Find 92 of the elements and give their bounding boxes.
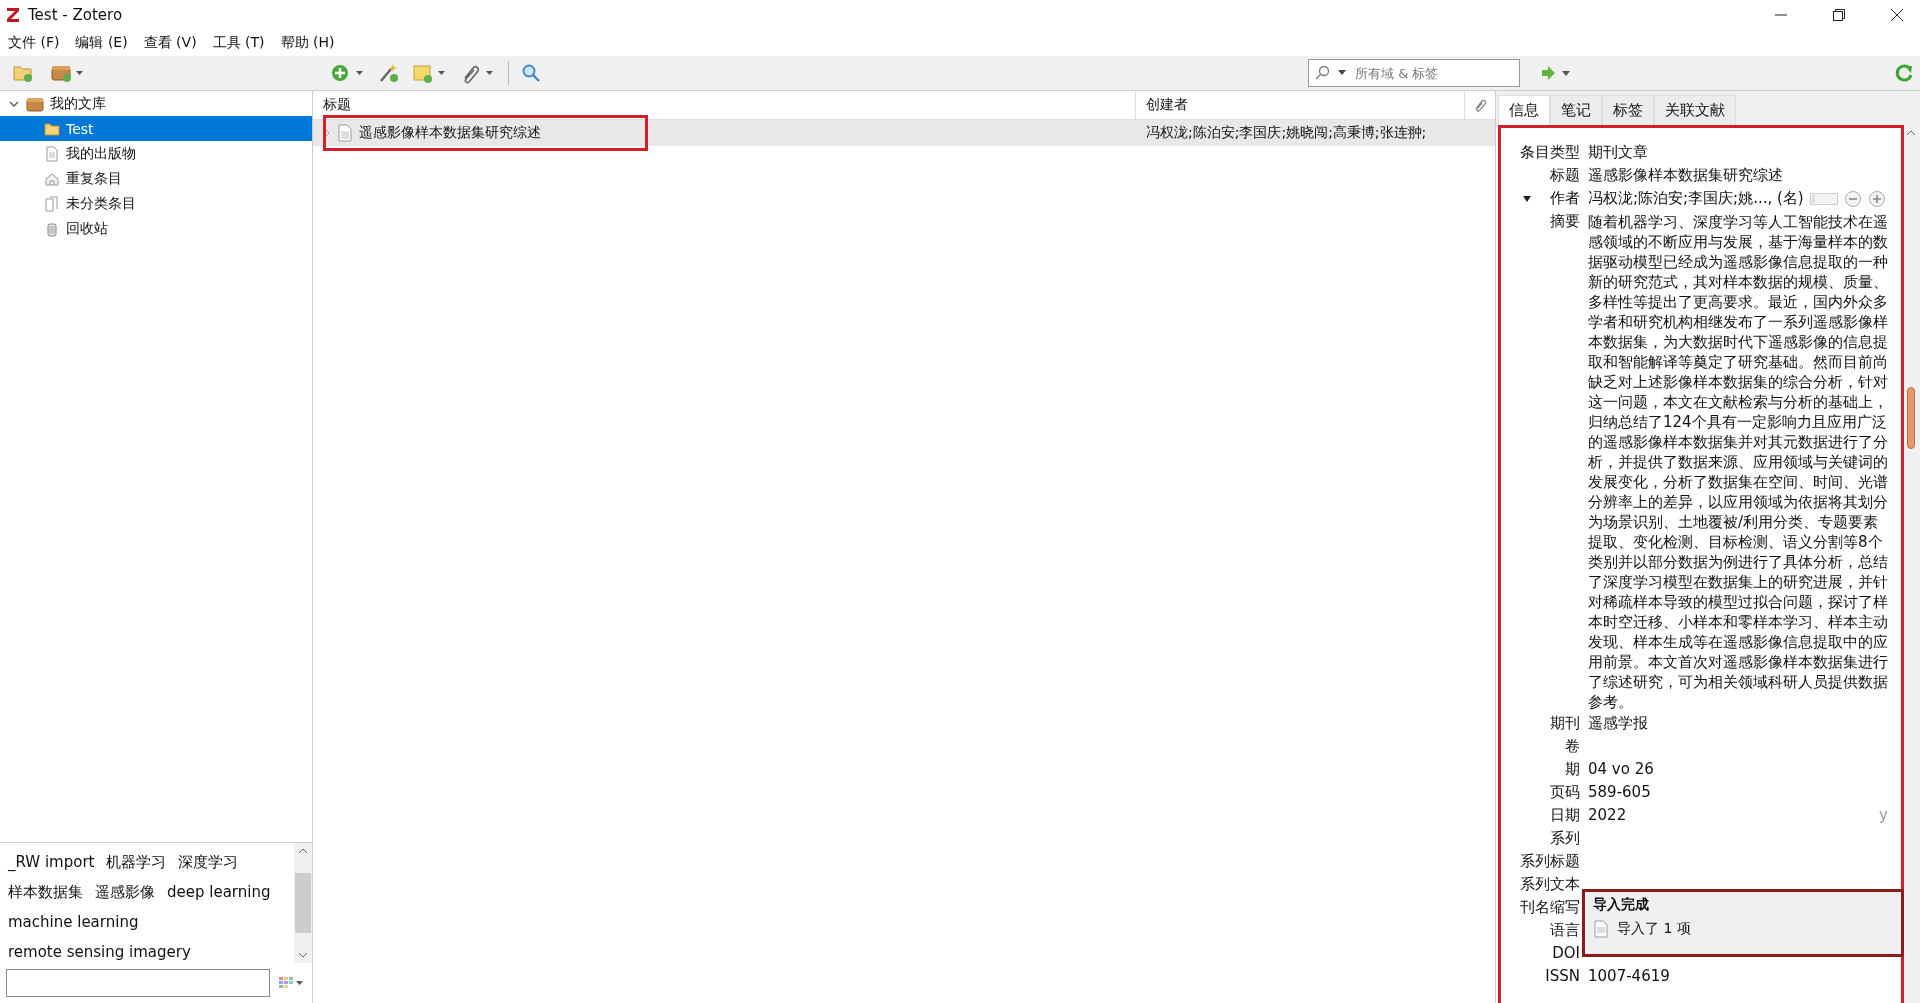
triangle-icon[interactable] xyxy=(1522,195,1532,203)
notification-message: 导入了 1 项 xyxy=(1617,920,1691,938)
field-label: 系列标题 xyxy=(1520,851,1580,872)
menu-item[interactable]: 编辑 (E) xyxy=(75,34,128,52)
tag-item[interactable]: _RW import xyxy=(4,847,99,877)
field-label: 刊名缩写 xyxy=(1520,897,1580,918)
field-value[interactable]: 589-605 xyxy=(1588,781,1651,804)
collection-item[interactable]: 未分类条目 xyxy=(0,191,312,216)
tag-item[interactable]: 样本数据集 xyxy=(4,877,87,907)
folder-icon xyxy=(44,121,60,136)
scrollbar[interactable] xyxy=(294,843,312,963)
field-value[interactable]: 遥感影像样本数据集研究综述 xyxy=(1588,164,1783,187)
scroll-up-icon[interactable] xyxy=(1906,129,1916,137)
tag-item[interactable]: machine learning xyxy=(4,907,143,937)
tab[interactable]: 标签 xyxy=(1602,95,1654,125)
field-label: 系列 xyxy=(1550,828,1580,849)
field-label: 期 xyxy=(1565,759,1580,780)
field-label: DOI xyxy=(1552,943,1580,964)
tag-filter-field[interactable] xyxy=(6,969,270,997)
field-label: 条目类型 xyxy=(1520,142,1580,163)
field-label: 期刊 xyxy=(1550,713,1580,734)
sync-icon[interactable] xyxy=(1894,63,1914,83)
field-value[interactable]: 04 vo 26 xyxy=(1588,758,1654,781)
trash-icon xyxy=(44,220,60,237)
field-label: 作者 xyxy=(1550,188,1580,209)
document-icon xyxy=(1593,920,1609,938)
tab[interactable]: 笔记 xyxy=(1550,95,1602,125)
search-icon[interactable] xyxy=(521,63,541,83)
field-label: 页码 xyxy=(1550,782,1580,803)
notification-title: 导入完成 xyxy=(1593,896,1650,914)
tag-color-dropdown-icon[interactable] xyxy=(278,976,304,990)
menu-item[interactable]: 文件 (F) xyxy=(8,34,60,52)
field-label: 标题 xyxy=(1550,165,1580,186)
tag-item[interactable]: 机器学习 xyxy=(102,847,171,877)
add-item-dropdown-icon[interactable] xyxy=(330,62,366,84)
caret-icon xyxy=(1337,69,1347,77)
tab[interactable]: 信息 xyxy=(1498,95,1550,125)
restore-icon[interactable] xyxy=(1832,8,1846,22)
new-note-dropdown-icon[interactable] xyxy=(412,62,448,84)
tag-item[interactable]: remote sensing imagery xyxy=(4,937,195,967)
document-icon xyxy=(337,124,353,142)
date-format-hint: y xyxy=(1879,805,1889,826)
field-label: 日期 xyxy=(1550,805,1580,826)
field-value[interactable]: 冯权泷;陈泊安;李国庆;姚..., (名) xyxy=(1588,187,1804,210)
menu-item[interactable]: 工具 (T) xyxy=(212,34,265,52)
magic-wand-icon[interactable] xyxy=(378,62,400,84)
table-cell: 遥感影像样本数据集研究综述 xyxy=(359,124,541,142)
field-value[interactable]: 1007-4619 xyxy=(1588,965,1670,988)
collection-item[interactable]: 重复条目 xyxy=(0,166,312,191)
tab[interactable]: 关联文献 xyxy=(1654,95,1736,125)
library-item[interactable]: 我的文库 xyxy=(0,91,312,116)
search-field[interactable]: 所有域 & 标签 xyxy=(1353,64,1507,82)
documents-icon xyxy=(44,195,60,212)
item-row[interactable]: 遥感影像样本数据集研究综述 冯权泷;陈泊安;李国庆;姚晓闯;高秉博;张连翀; xyxy=(313,120,1495,146)
remove-icon[interactable] xyxy=(1843,189,1862,208)
column-header[interactable]: 标题 xyxy=(313,91,1136,119)
box-icon xyxy=(26,95,44,112)
tag-item[interactable]: deep learning xyxy=(163,877,275,907)
scroll-up-icon[interactable] xyxy=(298,847,308,855)
field-mode-icon[interactable] xyxy=(1809,192,1838,205)
paperclip-icon[interactable] xyxy=(1473,97,1487,113)
new-library-dropdown-icon[interactable] xyxy=(50,63,84,83)
chevron-icon[interactable] xyxy=(323,128,331,138)
document-icon xyxy=(44,145,60,162)
tag-item[interactable]: 遥感影像 xyxy=(91,877,159,907)
app-logo-icon xyxy=(6,7,20,23)
field-value[interactable]: 2022 xyxy=(1588,804,1627,827)
collection-item[interactable]: 我的出版物 xyxy=(0,141,312,166)
menu-item[interactable]: 帮助 (H) xyxy=(280,34,335,52)
column-header[interactable]: 创建者 xyxy=(1136,91,1465,119)
field-label: ISSN xyxy=(1545,966,1580,987)
table-cell-text: 冯权泷;陈泊安;李国庆;姚晓闯;高秉博;张连翀; xyxy=(1145,124,1427,142)
field-label: 系列文本 xyxy=(1520,874,1580,895)
scroll-thumb[interactable] xyxy=(295,873,311,933)
field-label: 卷 xyxy=(1565,736,1580,757)
field-value[interactable]: 期刊文章 xyxy=(1588,141,1648,164)
search-box[interactable]: 所有域 & 标签 xyxy=(1308,59,1520,87)
scroll-thumb[interactable] xyxy=(1907,387,1915,449)
add-icon[interactable] xyxy=(1867,189,1886,208)
new-folder-icon[interactable] xyxy=(12,63,34,83)
search-icon xyxy=(1315,65,1331,81)
field-label: 摘要 xyxy=(1550,211,1580,232)
field-label: 语言 xyxy=(1550,920,1580,941)
collection-item[interactable]: Test xyxy=(0,116,312,141)
close-icon[interactable] xyxy=(1890,8,1904,22)
collection-item[interactable]: 回收站 xyxy=(0,216,312,241)
abstract-text[interactable]: 随着机器学习、深度学习等人工智能技术在遥感领域的不断应用与发展，基于海量样本的数据驱动模型已经成为遥感影像信息提取的一种新的研究范式，其对样本数据的规模、质量、多样性等提出了更高要求。最近，国内外众多学者和研究机构相继发布了一系列遥感影像样本数据集，为大数据时代下遥感影像的信息提取和智能解译等奠定了研究基础。然而目前尚缺乏对上述影像样本数据集的综合分析，针对这一问题，本文在文献检索与分析的基础上，归纳总结了124个具有一定影响力且应用广泛的遥感影像样本数据集并对其元数据进行了分析，并提供了数据来源、应用领域与关键词的发展变化，分析了数据集在空间、时间、光谱分辨率上的差异，以应用领域为依据将其划分为场景识别、土地覆被/利用分类、专题要素提取、变化检测、目标检测、语义分割等8个类别并以部分数据为例进行了具体分析，总结了深度学习模型在数据集上的研究进展，并针对稀疏样本导致的模型过拟合问题，探讨了样本时空迁移、小样本和零样本学习、样本主动发现、样本生成等在遥感影像信息提取中的应用前景。本文首次对遥感影像样本数据集进行了综述研究，可为相关领域科研人员提供数据参考。 xyxy=(1588,210,1892,712)
tag-item[interactable]: 深度学习 xyxy=(174,847,243,877)
window-title: Test - Zotero xyxy=(28,6,123,24)
menu-item[interactable]: 查看 (V) xyxy=(143,34,197,52)
field-value[interactable]: 遥感学报 xyxy=(1588,712,1648,735)
scroll-down-icon[interactable] xyxy=(298,951,308,959)
